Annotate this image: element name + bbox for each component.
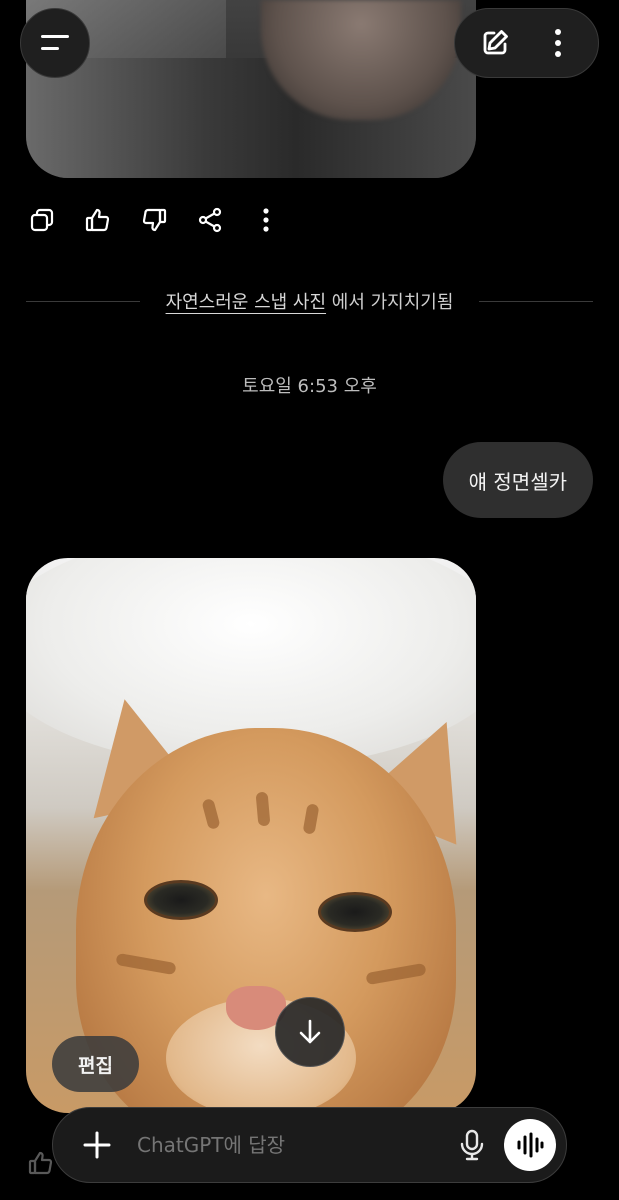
message-timestamp: 토요일 6:53 오후 — [242, 376, 377, 397]
message-more-button[interactable] — [246, 198, 286, 242]
share-button[interactable] — [190, 198, 230, 242]
previous-generated-image[interactable] — [26, 0, 476, 178]
more-vertical-icon — [263, 208, 269, 232]
divider-line — [26, 300, 140, 302]
more-options-button[interactable] — [536, 21, 580, 65]
edit-icon — [483, 30, 508, 55]
branch-text: 자연스러운 스냅 사진 에서 가지치기됨 — [166, 288, 454, 314]
add-attachment-button[interactable] — [77, 1125, 117, 1165]
plus-icon — [83, 1131, 111, 1159]
cat-eye — [318, 892, 392, 932]
cat-eye — [144, 880, 218, 920]
generated-image[interactable] — [26, 558, 476, 1113]
branch-source-link[interactable]: 자연스러운 스냅 사진 — [166, 292, 326, 313]
thumbs-down-icon — [142, 208, 167, 232]
message-input[interactable] — [137, 1133, 450, 1157]
voice-mode-icon — [517, 1132, 544, 1158]
message-composer — [52, 1107, 567, 1183]
branch-divider: 자연스러운 스냅 사진 에서 가지치기됨 — [26, 286, 593, 316]
header-actions — [454, 8, 599, 78]
thumbs-up-button[interactable] — [78, 198, 118, 242]
arrow-down-icon — [299, 1019, 321, 1044]
message-actions — [22, 198, 286, 242]
thumbs-up-icon — [28, 1151, 53, 1175]
more-vertical-icon — [555, 29, 562, 57]
edit-image-button[interactable]: 편집 — [52, 1036, 139, 1092]
share-icon — [198, 207, 222, 233]
dictate-button[interactable] — [450, 1123, 494, 1167]
thumbs-up-icon — [85, 208, 110, 232]
divider-line — [479, 300, 593, 302]
voice-mode-button[interactable] — [504, 1119, 556, 1171]
new-chat-button[interactable] — [473, 21, 517, 65]
menu-button[interactable] — [20, 8, 90, 78]
scroll-to-bottom-button[interactable] — [275, 997, 345, 1067]
branch-suffix: 에서 가지치기됨 — [331, 292, 454, 313]
copy-icon — [30, 208, 54, 232]
copy-button[interactable] — [22, 198, 62, 242]
menu-icon — [41, 35, 69, 50]
user-message-bubble[interactable]: 얘 정면셀카 — [442, 442, 593, 518]
mic-icon — [460, 1129, 484, 1161]
thumbs-down-button[interactable] — [134, 198, 174, 242]
